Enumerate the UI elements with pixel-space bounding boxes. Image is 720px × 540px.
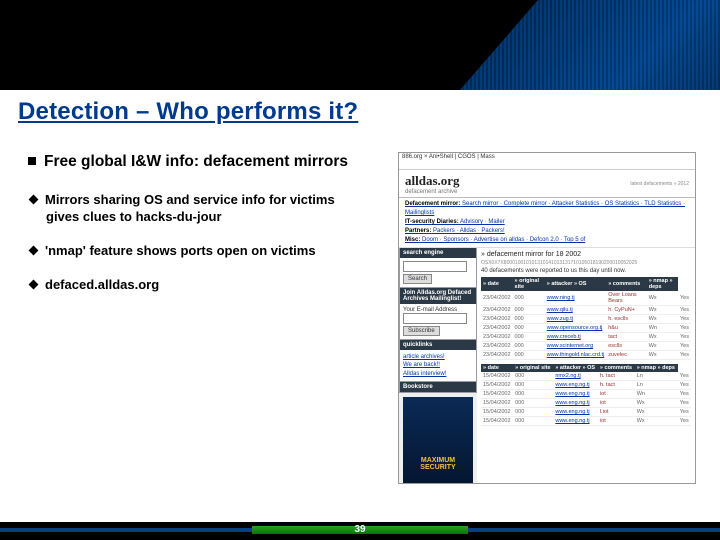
slide-body: Detection – Who performs it? Free global… <box>0 90 720 522</box>
search-button[interactable]: Search <box>403 274 432 284</box>
table-row: 23/04/2002000www.ning.tjOver Loans Bears… <box>481 291 691 306</box>
table-row: 23/04/2002000www.thingold.nlac.crd.tjzuv… <box>481 351 691 360</box>
bullet-3: defaced.alldas.org <box>28 276 368 294</box>
sidebar: search engine Search Join Alldas.org Def… <box>399 248 477 484</box>
heading-text: Free global I&W info: defacement mirrors <box>44 153 348 170</box>
nav-label-1: Defacement mirror: <box>405 201 460 207</box>
bullet-1-text: Mirrors sharing OS and service info for … <box>45 192 335 225</box>
subscribe-button[interactable]: Subscribe <box>403 326 440 336</box>
slide: Detection – Who performs it? Free global… <box>0 0 720 540</box>
nav-label-2: IT-security Diaries: <box>405 219 459 225</box>
bullet-content: Free global I&W info: defacement mirrors… <box>28 152 368 309</box>
diamond-bullet-icon <box>29 279 39 289</box>
mailinglist-heading: Join Alldas.org Defaced Archives Mailing… <box>400 288 476 304</box>
table-row: 23/04/2002000www.scinternet.orgescllsWxY… <box>481 342 691 351</box>
quicklink-2[interactable]: We are back!! <box>403 361 473 369</box>
header-right-text: latest defacements » 2012 <box>630 181 689 187</box>
quicklinks-heading: quicklinks <box>400 340 476 350</box>
table-row: 15/04/2002000www.eng.ng.tjiotWxYes <box>481 417 691 426</box>
diamond-bullet-icon <box>29 246 39 256</box>
square-bullet-icon <box>28 157 36 165</box>
site-logo: alldas.org <box>405 173 460 188</box>
main-title: » defacement mirror for 18 2002 <box>481 251 691 258</box>
nav-links: Defacement mirror: Search mirror · Compl… <box>399 198 695 248</box>
quicklinks-box: quicklinks article archives! We are back… <box>399 340 477 382</box>
search-box: search engine Search <box>399 248 477 288</box>
bookstore-heading: Bookstore <box>400 382 476 392</box>
quicklink-3[interactable]: Alldas interview! <box>403 370 473 378</box>
book-ad: MAXIMUM SECURITY <box>403 397 473 484</box>
nav-row-2: Advisory · Mailer <box>460 219 505 225</box>
table-row: 15/04/2002000www.eng.ng.tjh. tactLnYes <box>481 381 691 390</box>
mailinglist-box: Join Alldas.org Defaced Archives Mailing… <box>399 288 477 340</box>
nav-row-4: Doom · Sponsors · Advertise on alldas · … <box>422 237 585 243</box>
nav-label-3: Partners: <box>405 228 431 234</box>
site-header: alldas.org defacement archive latest def… <box>399 170 695 198</box>
table-row: 23/04/2002000www.qilu.tjh. CyPuN+WxYes <box>481 306 691 315</box>
top-strip <box>0 0 720 90</box>
search-heading: search engine <box>400 248 476 258</box>
table-row: 15/04/2002000www.eng.ng.tjiotWxYes <box>481 399 691 408</box>
screenshot: 886.org × Ani•Shell | CGOS | Mass alldas… <box>398 152 696 484</box>
main-panel: » defacement mirror for 18 2002 OSX0X7X8… <box>477 248 695 484</box>
email-input[interactable] <box>403 313 467 324</box>
bookstore-box: Bookstore <box>399 382 477 393</box>
slide-title: Detection – Who performs it? <box>18 98 358 126</box>
search-input[interactable] <box>403 261 467 272</box>
defacements-table-2: » date» original site» attacker » OS» co… <box>481 364 691 426</box>
bullet-2-text: 'nmap' feature shows ports open on victi… <box>45 243 316 258</box>
browser-tabs: 886.org × Ani•Shell | CGOS | Mass <box>399 153 695 170</box>
nav-label-4: Misc: <box>405 237 420 243</box>
table-row: 23/04/2002000www.creceb.tjtactWxYes <box>481 333 691 342</box>
quicklink-1[interactable]: article archives! <box>403 353 473 361</box>
table-row: 15/04/2002000nmx2.ng.tjh. tactLnYes <box>481 372 691 381</box>
site-tagline: defacement archive <box>405 189 457 195</box>
bottom-bar: 39 <box>0 522 720 540</box>
bullet-3-text: defaced.alldas.org <box>45 277 159 292</box>
table-row: 15/04/2002000www.eng.ng.tjiotWnYes <box>481 390 691 399</box>
table-row: 15/04/2002000www.eng.ng.tjl.iotWxYes <box>481 408 691 417</box>
note-line: 40 defacements were reported to us this … <box>481 268 691 274</box>
bullet-1: Mirrors sharing OS and service info for … <box>28 191 368 226</box>
page-number: 39 <box>354 524 365 535</box>
section-heading: Free global I&W info: defacement mirrors <box>28 152 368 173</box>
table-row: 23/04/2002000www.zug.tjh. escllsWxYes <box>481 315 691 324</box>
nav-row-3: Packers · Alldas · Packers! <box>433 228 505 234</box>
diamond-bullet-icon <box>29 194 39 204</box>
table-row: 23/04/2002000www.opensource.org.tjh&uWnY… <box>481 324 691 333</box>
defacements-table: » date» original site» attacker » OS» co… <box>481 277 691 360</box>
screenshot-columns: search engine Search Join Alldas.org Def… <box>399 248 695 484</box>
count-line: OSX0X7X800010010101310141013131710105018… <box>481 260 691 266</box>
bullet-2: 'nmap' feature shows ports open on victi… <box>28 242 368 260</box>
